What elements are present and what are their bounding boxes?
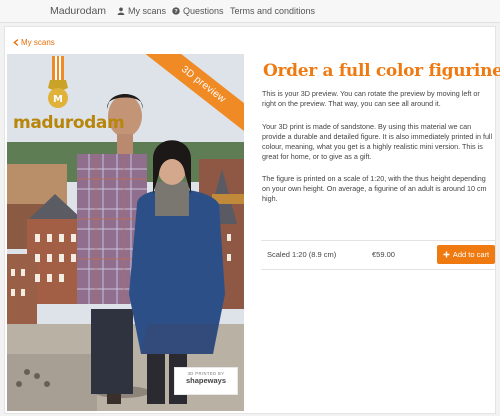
svg-text:M: M <box>53 94 63 105</box>
ribbon-container: 3D preview <box>124 54 244 174</box>
purchase-row: Scaled 1:20 (8.9 cm) €59.00 Add to cart <box>261 240 495 270</box>
product-title: Order a full color figurine <box>263 61 500 81</box>
nav-my-scans[interactable]: My scans <box>117 6 166 16</box>
top-navbar: Madurodam My scans ? Questions Terms and… <box>0 0 500 23</box>
product-card: My scans 3D preview M madurodam 3D PRINT… <box>4 26 500 414</box>
nav-terms-label: Terms and conditions <box>230 6 316 16</box>
3d-preview-ribbon: 3D preview <box>137 54 244 140</box>
madurodam-logo-text: madurodam <box>13 113 125 133</box>
chevron-left-icon <box>13 39 19 46</box>
product-description-1: This is your 3D preview. You can rotate … <box>262 89 480 108</box>
user-icon <box>117 7 125 15</box>
shapeways-label: shapeways <box>185 376 227 385</box>
price-label: €59.00 <box>372 250 395 259</box>
3d-preview-viewer[interactable]: 3D preview M madurodam 3D PRINTED BY sha… <box>7 54 244 411</box>
nav-questions-label: Questions <box>183 6 224 16</box>
add-to-cart-button[interactable]: Add to cart <box>437 245 495 264</box>
nav-my-scans-label: My scans <box>128 6 167 16</box>
brand-link[interactable]: Madurodam <box>50 5 106 17</box>
plus-icon <box>443 251 450 258</box>
product-description-2: Your 3D print is made of sandstone. By u… <box>262 122 493 161</box>
madurodam-medal-icon: M <box>48 56 68 108</box>
nav-questions[interactable]: ? Questions <box>172 6 224 16</box>
page: Madurodam My scans ? Questions Terms and… <box>0 0 500 416</box>
nav-terms[interactable]: Terms and conditions <box>230 6 315 16</box>
back-to-scans-link[interactable]: My scans <box>13 38 55 47</box>
add-to-cart-label: Add to cart <box>452 250 490 259</box>
scale-label: Scaled 1:20 (8.9 cm) <box>267 250 337 259</box>
svg-text:?: ? <box>174 9 178 15</box>
back-link-label: My scans <box>21 38 55 47</box>
question-circle-icon: ? <box>172 7 180 15</box>
shapeways-badge: 3D PRINTED BY shapeways <box>174 367 238 395</box>
product-description-3: The figure is printed on a scale of 1:20… <box>262 174 487 203</box>
